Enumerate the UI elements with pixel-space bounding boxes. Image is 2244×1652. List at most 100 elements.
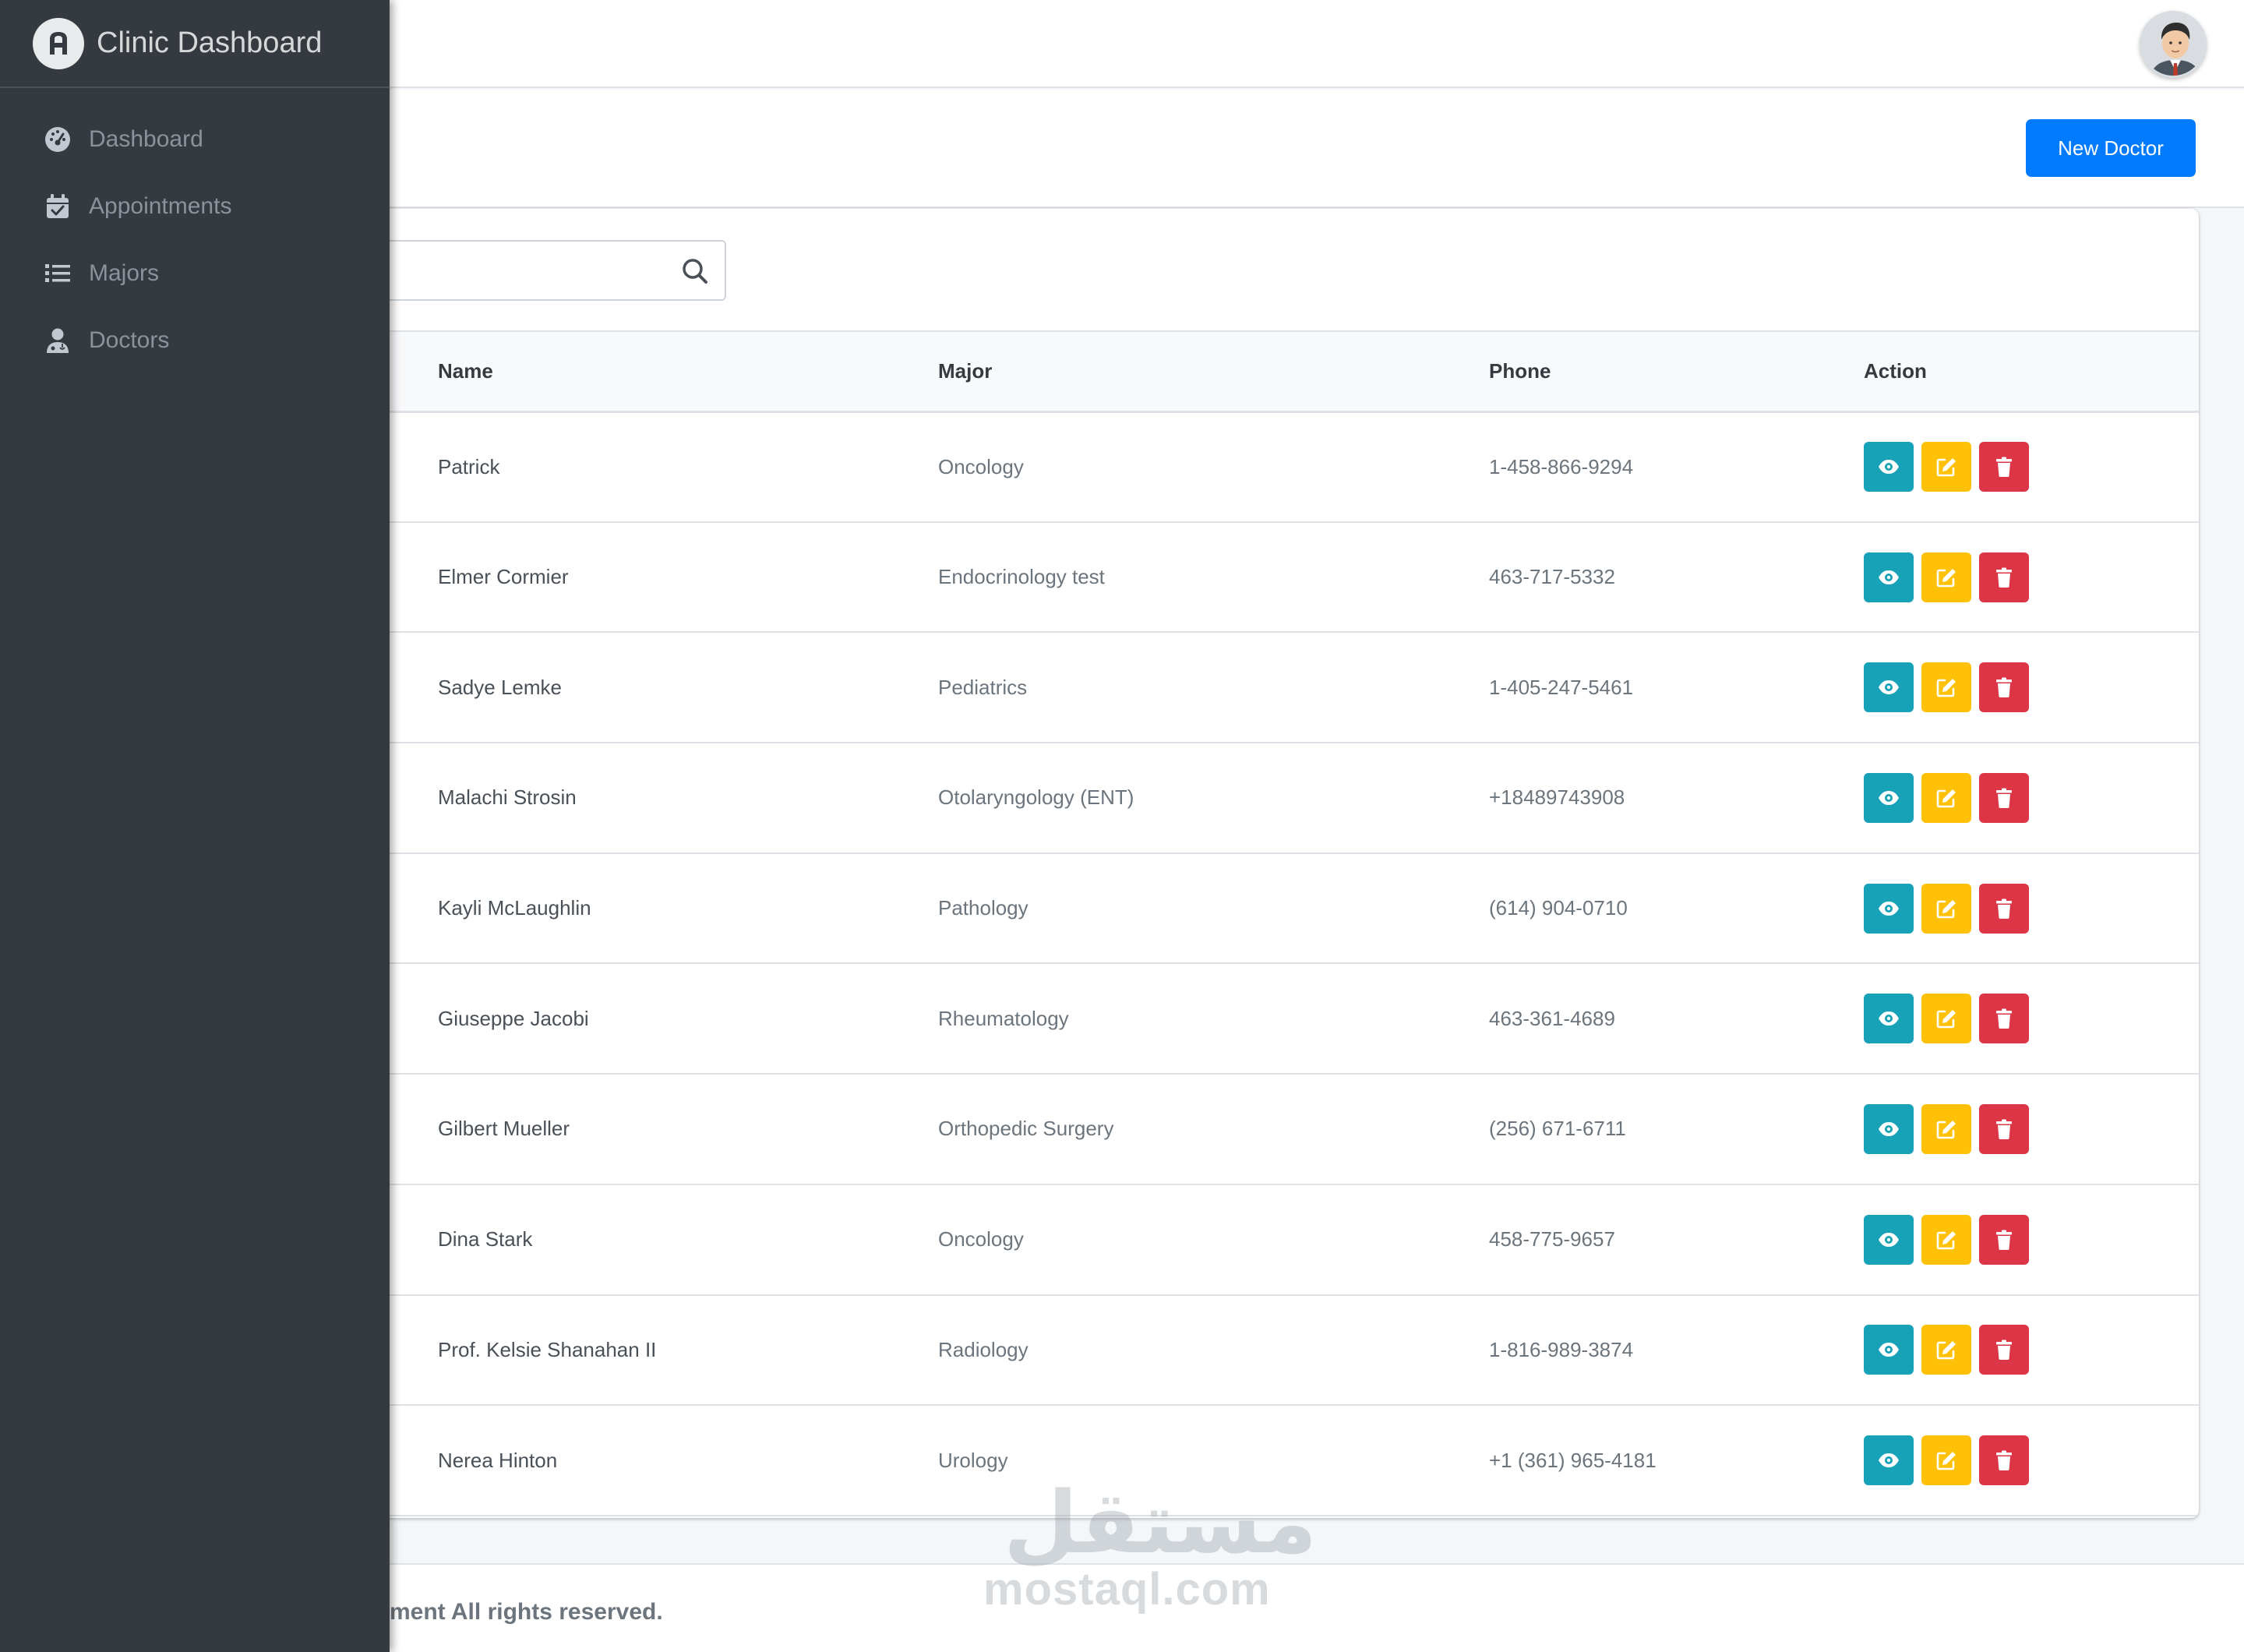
trash-icon (1992, 1338, 2016, 1361)
view-button[interactable] (1864, 1325, 1914, 1375)
delete-button[interactable] (1979, 772, 2029, 823)
trash-icon (1992, 1228, 2016, 1251)
delete-button[interactable] (1979, 1103, 2029, 1154)
cell-name: Nerea Hinton (296, 1405, 938, 1516)
row-actions (1864, 994, 2199, 1044)
eye-icon (1877, 1117, 1900, 1141)
edit-button[interactable] (1921, 662, 1971, 713)
view-button[interactable] (1864, 552, 1914, 602)
cell-major: Endocrinology test (938, 521, 1489, 634)
doctors-table: Name Major Phone Action Patrick Oncology 1… (296, 332, 2199, 1516)
table-body: Patrick Oncology 1-458-866-9294 Elmer Cormi… (296, 411, 2199, 1516)
edit-icon (1935, 1007, 1958, 1030)
eye-icon (1877, 1007, 1900, 1030)
edit-button[interactable] (1921, 1435, 1971, 1486)
cell-actions (1864, 411, 2199, 523)
new-doctor-button[interactable]: New Doctor (2026, 119, 2196, 177)
edit-button[interactable] (1921, 994, 1971, 1044)
column-header-major: Major (938, 332, 1489, 413)
table-row: Malachi Strosin Otolaryngology (ENT) +1848… (296, 743, 2199, 854)
trash-icon (1992, 455, 2016, 478)
cell-phone: 458-775-9657 (1489, 1184, 1864, 1296)
edit-button[interactable] (1921, 772, 1971, 823)
cell-actions (1864, 1294, 2199, 1407)
table-row: Sadye Lemke Pediatrics 1-405-247-5461 (296, 632, 2199, 744)
column-header-phone: Phone (1489, 332, 1864, 413)
trash-icon (1992, 1449, 2016, 1472)
delete-button[interactable] (1979, 1325, 2029, 1375)
user-avatar[interactable] (2140, 11, 2207, 78)
edit-icon (1935, 676, 1958, 699)
row-actions (1864, 552, 2199, 602)
sidebar-nav: Dashboard Appointments Majors Doctors (0, 106, 390, 374)
search-icon[interactable] (679, 256, 711, 287)
cell-name: Kayli McLaughlin (296, 852, 938, 965)
trash-icon (1992, 897, 2016, 920)
table-row: Nerea Hinton Urology +1 (361) 965-4181 (296, 1405, 2199, 1516)
delete-button[interactable] (1979, 1435, 2029, 1486)
view-button[interactable] (1864, 1435, 1914, 1486)
table-row: Prof. Kelsie Shanahan II Radiology 1-816-9… (296, 1294, 2199, 1407)
view-button[interactable] (1864, 1214, 1914, 1265)
view-button[interactable] (1864, 1103, 1914, 1154)
user-doctor-icon (44, 327, 72, 355)
trash-icon (1992, 1117, 2016, 1141)
sidebar-item-doctors[interactable]: Doctors (0, 307, 390, 374)
sidebar-item-label: Doctors (89, 327, 170, 353)
table-row: Giuseppe Jacobi Rheumatology 463-361-4689 (296, 963, 2199, 1075)
cell-actions (1864, 521, 2199, 634)
brand-logo-icon (50, 31, 67, 55)
brand-link[interactable]: Clinic Dashboard (0, 0, 390, 88)
sidebar-item-label: Dashboard (89, 126, 203, 152)
edit-button[interactable] (1921, 883, 1971, 934)
table-row: Dina Stark Oncology 458-775-9657 (296, 1184, 2199, 1296)
sidebar-item-majors[interactable]: Majors (0, 240, 390, 307)
table-row: Kayli McLaughlin Pathology (614) 904-0710 (296, 852, 2199, 965)
view-button[interactable] (1864, 662, 1914, 713)
trash-icon (1992, 1007, 2016, 1030)
cell-major: Urology (938, 1405, 1489, 1516)
edit-button[interactable] (1921, 442, 1971, 492)
edit-button[interactable] (1921, 552, 1971, 602)
edit-icon (1935, 1449, 1958, 1472)
brand-logo (33, 17, 84, 69)
cell-actions (1864, 1405, 2199, 1516)
eye-icon (1877, 897, 1900, 920)
row-actions (1864, 442, 2199, 492)
delete-button[interactable] (1979, 552, 2029, 602)
sidebar-item-dashboard[interactable]: Dashboard (0, 106, 390, 173)
avatar-icon (2142, 13, 2204, 76)
cell-major: Oncology (938, 411, 1489, 523)
sidebar-item-label: Majors (89, 260, 160, 286)
row-actions (1864, 662, 2199, 713)
eye-icon (1877, 566, 1900, 589)
delete-button[interactable] (1979, 883, 2029, 934)
edit-button[interactable] (1921, 1214, 1971, 1265)
table-row: Patrick Oncology 1-458-866-9294 (296, 411, 2199, 523)
cell-actions (1864, 963, 2199, 1075)
row-actions (1864, 1214, 2199, 1265)
view-button[interactable] (1864, 442, 1914, 492)
brand-title: Clinic Dashboard (97, 26, 323, 59)
edit-button[interactable] (1921, 1325, 1971, 1375)
cell-major: Pathology (938, 852, 1489, 965)
view-button[interactable] (1864, 772, 1914, 823)
cell-name: Patrick (296, 411, 938, 523)
edit-button[interactable] (1921, 1103, 1971, 1154)
content-header: New Doctor (390, 90, 2244, 208)
delete-button[interactable] (1979, 994, 2029, 1044)
cell-phone: +18489743908 (1489, 743, 1864, 854)
delete-button[interactable] (1979, 1214, 2029, 1265)
edit-icon (1935, 1338, 1958, 1361)
view-button[interactable] (1864, 883, 1914, 934)
row-actions (1864, 772, 2199, 823)
view-button[interactable] (1864, 994, 1914, 1044)
sidebar-item-appointments[interactable]: Appointments (0, 173, 390, 240)
edit-icon (1935, 1117, 1958, 1141)
footer-copyright: ment All rights reserved. (390, 1599, 663, 1625)
app-page: New Doctor Name Major Phone Action Patri… (0, 0, 2244, 1652)
row-actions (1864, 1103, 2199, 1154)
cell-actions (1864, 743, 2199, 854)
delete-button[interactable] (1979, 662, 2029, 713)
delete-button[interactable] (1979, 442, 2029, 492)
